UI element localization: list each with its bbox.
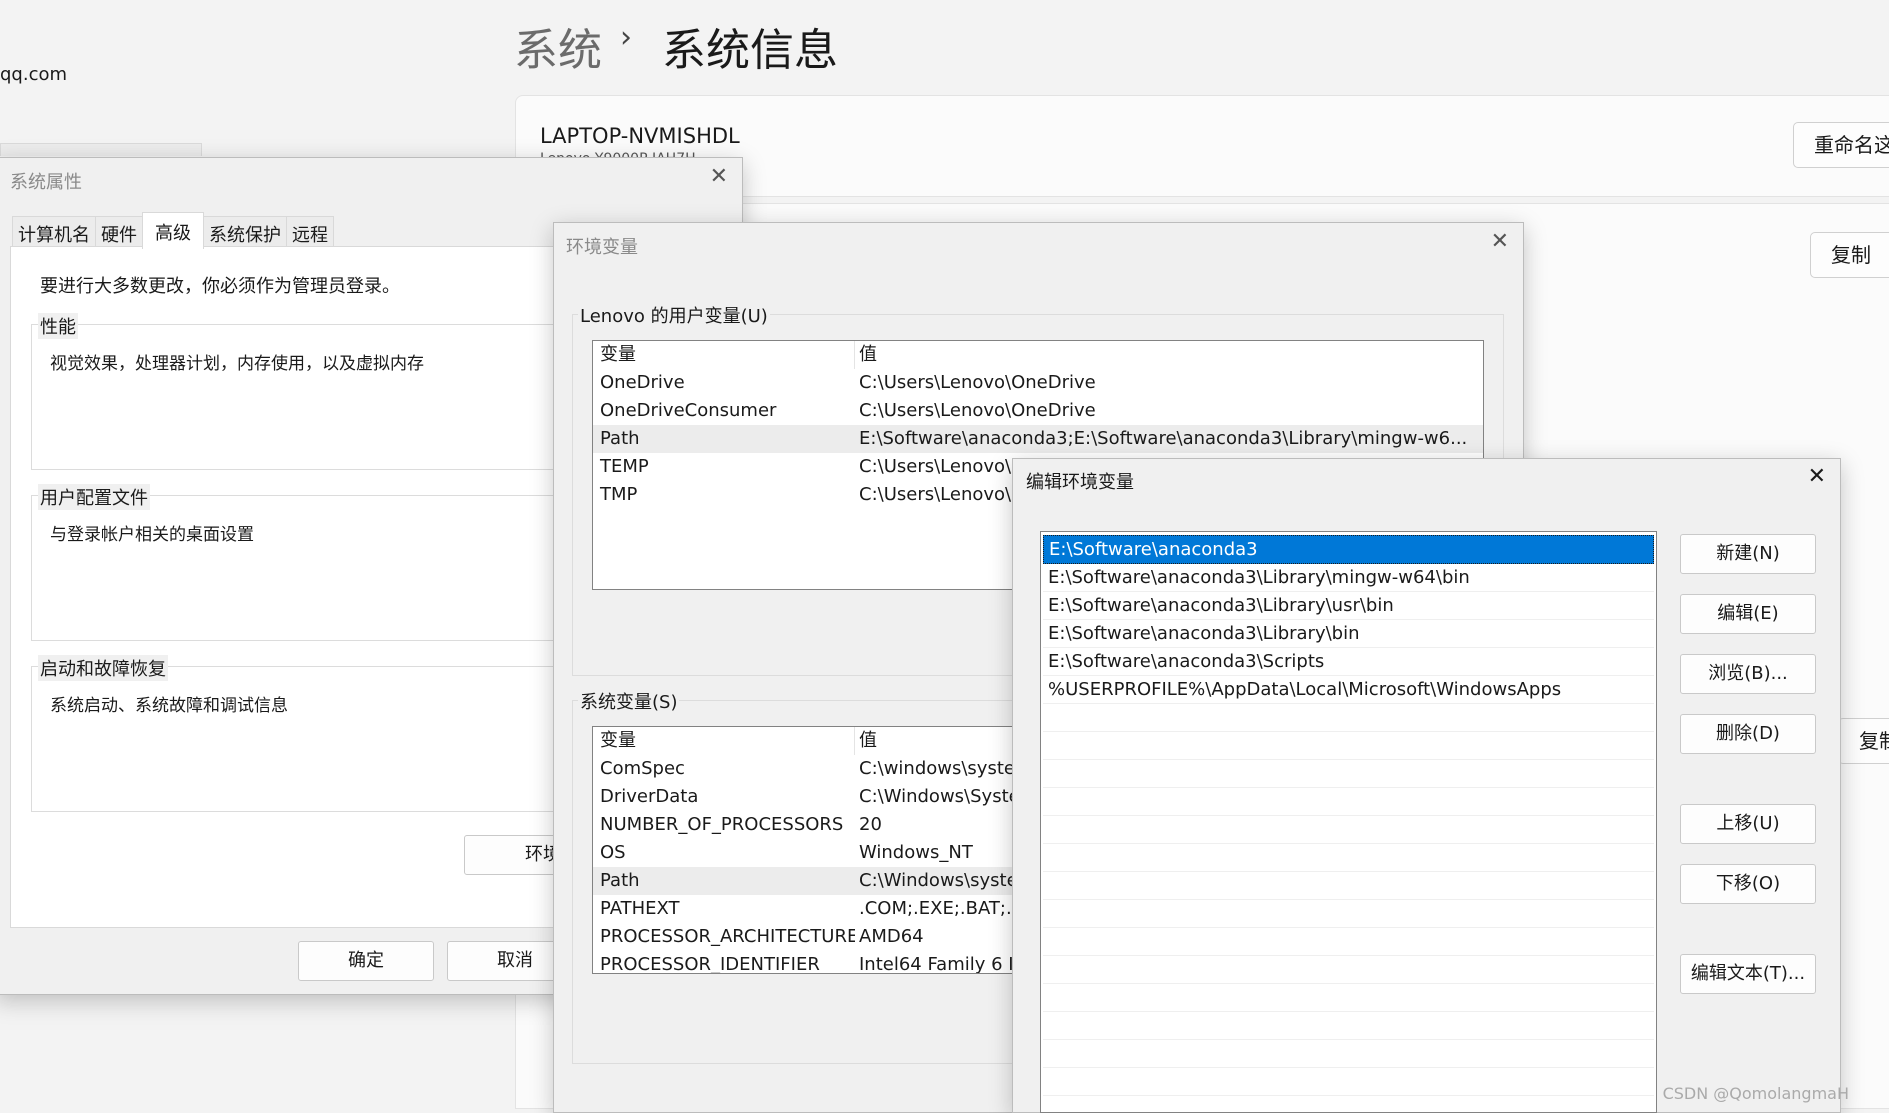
titlebar: 编辑环境变量 ✕ — [1013, 459, 1840, 499]
user-profile-group — [31, 495, 573, 641]
system-vars-label: 系统变量(S) — [578, 688, 680, 714]
performance-label: 性能 — [38, 313, 78, 339]
account-email: qq.com — [0, 64, 68, 85]
copy-windows-specs-button[interactable]: 复制 — [1838, 718, 1889, 764]
empty-row[interactable] — [1043, 1068, 1654, 1096]
move-down-button[interactable]: 下移(O) — [1680, 864, 1816, 904]
var-name: TMP — [600, 484, 638, 505]
empty-row[interactable] — [1043, 760, 1654, 788]
tab-computer-name[interactable]: 计算机名 — [12, 216, 96, 247]
empty-row[interactable] — [1043, 872, 1654, 900]
var-name: DriverData — [600, 786, 699, 807]
empty-row[interactable] — [1043, 1096, 1654, 1112]
empty-row[interactable] — [1043, 928, 1654, 956]
path-entries-list[interactable]: E:\Software\anaconda3 E:\Software\anacon… — [1040, 531, 1657, 1113]
breadcrumb-parent[interactable]: 系统 — [514, 14, 602, 78]
list-item[interactable]: E:\Software\anaconda3\Scripts — [1043, 648, 1654, 676]
empty-row[interactable] — [1043, 1040, 1654, 1068]
edit-text-button[interactable]: 编辑文本(T)... — [1680, 954, 1816, 994]
startup-recovery-label: 启动和故障恢复 — [38, 655, 168, 681]
empty-row[interactable] — [1043, 732, 1654, 760]
close-icon[interactable]: ✕ — [1808, 464, 1826, 489]
user-profile-desc: 与登录帐户相关的桌面设置 — [50, 525, 254, 545]
var-name: PROCESSOR_ARCHITECTURE — [600, 926, 855, 947]
user-vars-label: Lenovo 的用户变量(U) — [578, 302, 770, 328]
var-name: NUMBER_OF_PROCESSORS — [600, 814, 844, 835]
breadcrumb-chevron-icon: › — [620, 20, 632, 55]
empty-row[interactable] — [1043, 900, 1654, 928]
dialog-title: 编辑环境变量 — [1026, 472, 1134, 493]
dialog-title: 系统属性 — [10, 172, 82, 193]
empty-row[interactable] — [1043, 984, 1654, 1012]
var-value: C:\Users\Lenovo\OneDrive — [859, 372, 1096, 393]
new-button[interactable]: 新建(N) — [1680, 534, 1816, 574]
var-name: OneDrive — [600, 372, 685, 393]
tab-system-protection[interactable]: 系统保护 — [203, 216, 287, 247]
list-header: 变量 值 — [593, 341, 1483, 369]
var-name: TEMP — [600, 456, 649, 477]
admin-notice: 要进行大多数更改，你必须作为管理员登录。 — [40, 276, 400, 297]
tab-remote[interactable]: 远程 — [286, 216, 334, 247]
var-name: Path — [600, 870, 640, 891]
sidebar-fragment — [0, 143, 202, 156]
var-value: C:\Users\Lenovo\OneDrive — [859, 400, 1096, 421]
empty-row[interactable] — [1043, 844, 1654, 872]
edit-button[interactable]: 编辑(E) — [1680, 594, 1816, 634]
tab-advanced[interactable]: 高级 — [142, 212, 204, 249]
startup-recovery-desc: 系统启动、系统故障和调试信息 — [50, 696, 288, 716]
var-value: E:\Software\anaconda3;E:\Software\anacon… — [859, 428, 1468, 449]
col-header-value[interactable]: 值 — [855, 341, 1483, 369]
user-profile-label: 用户配置文件 — [38, 484, 150, 510]
rename-pc-button[interactable]: 重命名这 — [1793, 122, 1889, 168]
startup-recovery-group — [31, 666, 573, 812]
var-name: ComSpec — [600, 758, 685, 779]
close-icon[interactable]: ✕ — [710, 164, 728, 189]
dialog-title: 环境变量 — [566, 237, 638, 258]
tab-hardware[interactable]: 硬件 — [95, 216, 143, 247]
table-row-selected[interactable]: Path E:\Software\anaconda3;E:\Software\an… — [593, 425, 1483, 453]
col-header-variable[interactable]: 变量 — [593, 727, 855, 755]
empty-row[interactable] — [1043, 704, 1654, 732]
list-item[interactable]: %USERPROFILE%\AppData\Local\Microsoft\Wi… — [1043, 676, 1654, 704]
titlebar: 环境变量 ✕ — [554, 223, 1523, 263]
list-item[interactable]: E:\Software\anaconda3\Library\bin — [1043, 620, 1654, 648]
table-row[interactable]: OneDrive C:\Users\Lenovo\OneDrive — [593, 369, 1483, 397]
browse-button[interactable]: 浏览(B)... — [1680, 654, 1816, 694]
empty-row[interactable] — [1043, 956, 1654, 984]
ok-button[interactable]: 确定 — [298, 941, 434, 981]
empty-row[interactable] — [1043, 1012, 1654, 1040]
var-name: PATHEXT — [600, 898, 680, 919]
empty-row[interactable] — [1043, 816, 1654, 844]
close-icon[interactable]: ✕ — [1491, 229, 1509, 254]
device-name: LAPTOP-NVMISHDL — [540, 124, 740, 148]
empty-row[interactable] — [1043, 788, 1654, 816]
copy-device-specs-button[interactable]: 复制 — [1810, 232, 1889, 278]
titlebar: 系统属性 ✕ — [0, 158, 742, 198]
var-name: OS — [600, 842, 626, 863]
col-header-variable[interactable]: 变量 — [593, 341, 855, 369]
var-name: Path — [600, 428, 640, 449]
list-item[interactable]: E:\Software\anaconda3\Library\mingw-w64\… — [1043, 564, 1654, 592]
list-item-selected[interactable]: E:\Software\anaconda3 — [1043, 535, 1654, 564]
table-row[interactable]: OneDriveConsumer C:\Users\Lenovo\OneDrive — [593, 397, 1483, 425]
tab-strip: 计算机名 硬件 高级 系统保护 远程 — [12, 212, 334, 249]
delete-button[interactable]: 删除(D) — [1680, 714, 1816, 754]
var-name: OneDriveConsumer — [600, 400, 777, 421]
var-name: PROCESSOR_IDENTIFIER — [600, 954, 820, 974]
page-title: 系统信息 — [662, 25, 838, 76]
performance-group — [31, 324, 573, 470]
watermark: CSDN @QomolangmaH — [1662, 1084, 1849, 1103]
move-up-button[interactable]: 上移(U) — [1680, 804, 1816, 844]
performance-desc: 视觉效果，处理器计划，内存使用，以及虚拟内存 — [50, 354, 424, 374]
list-item[interactable]: E:\Software\anaconda3\Library\usr\bin — [1043, 592, 1654, 620]
